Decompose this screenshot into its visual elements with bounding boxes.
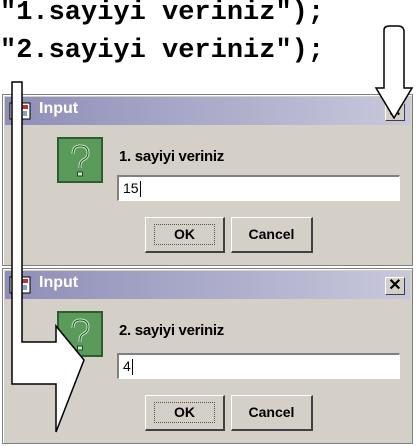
arrow-line2-to-dialog2: [11, 81, 85, 433]
arrow-line1-to-dialog1: [374, 25, 414, 120]
annotation-arrows: [11, 25, 414, 433]
